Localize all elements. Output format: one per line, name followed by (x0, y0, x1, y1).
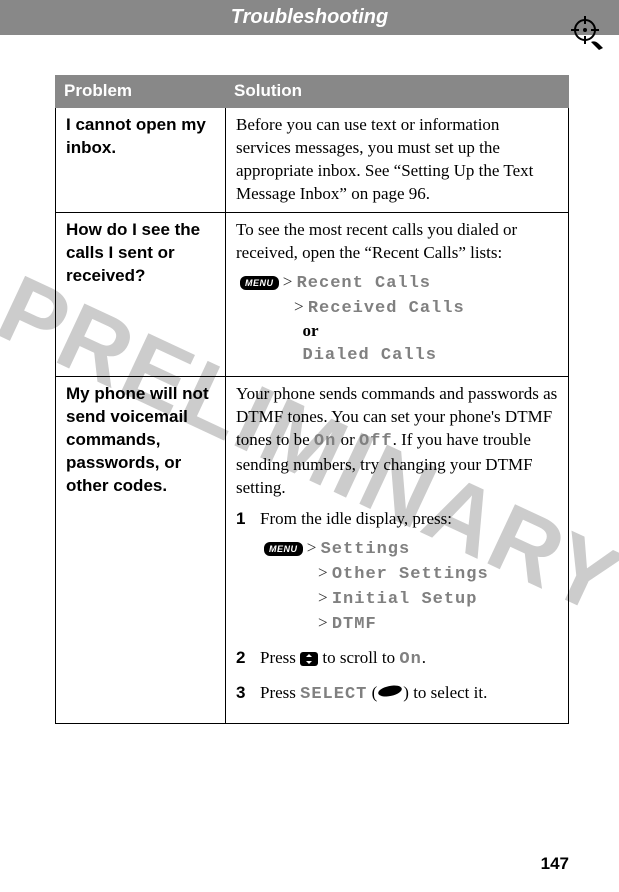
step-number: 2 (236, 647, 260, 670)
chevron-right-icon: > (318, 563, 332, 582)
list-item: 2Press to scroll to On. (236, 647, 558, 672)
table-row: My phone will not send voicemail command… (56, 377, 569, 723)
text: Press (260, 648, 300, 667)
page-content: Problem Solution I cannot open my inbox.… (0, 35, 619, 724)
chevron-right-icon: > (318, 588, 332, 607)
nav-item: Dialed Calls (303, 346, 437, 365)
list-item: 3Press SELECT ( ) to select it. (236, 682, 558, 707)
menu-key-icon: MENU (264, 542, 303, 556)
problem-cell: My phone will not send voicemail command… (56, 377, 226, 723)
troubleshoot-icon (567, 12, 607, 57)
text: to scroll to (318, 648, 399, 667)
col-header-problem: Problem (56, 76, 226, 108)
nav-item: Settings (321, 540, 411, 559)
step-number: 1 (236, 508, 260, 531)
nav-sequence: MENU > Recent Calls > Received Calls or (240, 271, 558, 369)
on-value: On (314, 432, 336, 451)
solution-cell: Your phone sends commands and passwords … (226, 377, 569, 723)
text: or (336, 430, 359, 449)
text: ) to select it. (403, 683, 487, 702)
chevron-right-icon: > (283, 272, 297, 291)
nav-item: Recent Calls (297, 274, 431, 293)
soft-key-icon (377, 682, 403, 705)
off-value: Off (359, 432, 393, 451)
solution-text: Your phone sends commands and passwords … (236, 383, 558, 500)
table-row: How do I see the calls I sent or receive… (56, 212, 569, 377)
scroll-key-icon (300, 652, 318, 666)
on-value: On (399, 650, 421, 669)
step-number: 3 (236, 682, 260, 705)
text: ( (367, 683, 377, 702)
chevron-right-icon: > (307, 538, 321, 557)
chevron-right-icon: > (318, 613, 332, 632)
col-header-solution: Solution (226, 76, 569, 108)
chevron-right-icon: > (294, 297, 308, 316)
solution-text: To see the most recent calls you dialed … (236, 219, 558, 265)
step-text: From the idle display, press: (260, 509, 452, 528)
solution-cell: To see the most recent calls you dialed … (226, 212, 569, 377)
nav-sequence: MENU > Settings > Other Settings > Initi… (264, 537, 558, 637)
page-title: Troubleshooting (231, 6, 388, 28)
menu-key-icon: MENU (240, 276, 279, 290)
text: Press (260, 683, 300, 702)
list-item: 1From the idle display, press: MENU > Se… (236, 508, 558, 637)
page-number: 147 (541, 854, 569, 874)
problem-cell: I cannot open my inbox. (56, 107, 226, 212)
solution-cell: Before you can use text or information s… (226, 107, 569, 212)
page-header: Troubleshooting (0, 0, 619, 35)
steps-list: 1From the idle display, press: MENU > Se… (236, 508, 558, 707)
nav-item: Received Calls (308, 299, 465, 318)
nav-item: Initial Setup (332, 590, 478, 609)
table-row: I cannot open my inbox. Before you can u… (56, 107, 569, 212)
nav-item: Other Settings (332, 565, 489, 584)
text: . (422, 648, 426, 667)
select-label: SELECT (300, 685, 367, 704)
troubleshooting-table: Problem Solution I cannot open my inbox.… (55, 75, 569, 724)
problem-cell: How do I see the calls I sent or receive… (56, 212, 226, 377)
nav-item: DTMF (332, 615, 377, 634)
or-text: or (303, 321, 319, 340)
